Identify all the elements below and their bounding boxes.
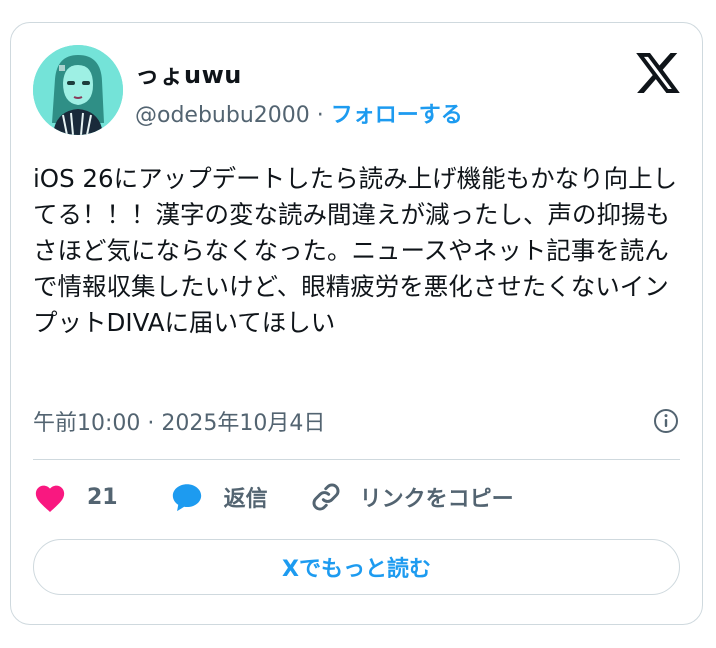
author-display-name[interactable]: っょuwu [135,55,242,90]
info-icon[interactable] [652,407,680,435]
tweet-timestamp[interactable]: 午前10:00 · 2025年10月4日 [33,405,325,437]
speech-bubble-icon [170,481,204,513]
tweet-embed-card: っょuwu @odebubu2000 · フォローする iOS 26にアップデー… [10,22,703,625]
copy-link-label: リンクをコピー [359,487,514,512]
divider [33,459,680,460]
tweet-text: iOS 26にアップデートしたら読み上げ機能もかなり向上してる！！！漢字の変な読… [33,164,678,337]
x-logo-icon[interactable] [636,53,680,93]
heart-icon [33,481,67,513]
follow-button[interactable]: フォローする [331,103,463,128]
reply-button[interactable]: 返信 [170,481,268,513]
author-handle-line: @odebubu2000 · フォローする [135,97,463,129]
read-more-on-x-button[interactable]: Xでもっと読む [33,539,680,595]
copy-link-button[interactable]: リンクをコピー [310,481,514,513]
reply-label: 返信 [223,487,268,512]
like-count: 21 [87,484,118,510]
like-button[interactable]: 21 [33,481,118,513]
avatar[interactable] [33,45,123,135]
author-handle[interactable]: @odebubu2000 [135,103,310,128]
link-icon [310,481,342,513]
tweet-actions: 21 返信 リンクをコピー [33,477,514,517]
handle-separator: · [309,103,331,128]
